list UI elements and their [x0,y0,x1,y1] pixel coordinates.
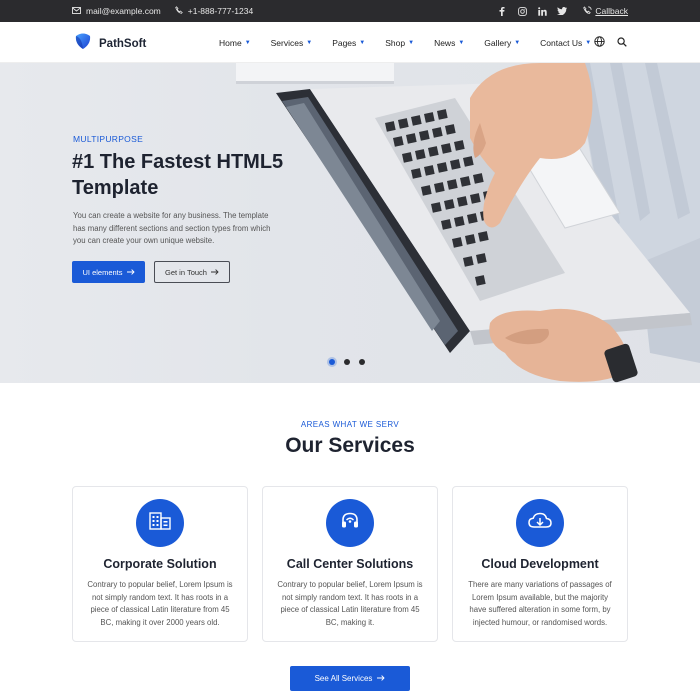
email-link[interactable]: mail@example.com [72,6,161,16]
service-title: Corporate Solution [103,557,217,571]
phone-icon [174,6,183,16]
service-card-corporate[interactable]: Corporate Solution Contrary to popular b… [72,486,248,642]
service-title: Call Center Solutions [286,557,414,571]
linkedin-icon[interactable] [537,6,547,16]
chevron-down-icon: ▼ [244,39,251,46]
chevron-down-icon: ▼ [458,39,465,46]
chevron-down-icon: ▼ [359,39,366,46]
cloud-download-icon [528,512,552,535]
nav-item-contact[interactable]: Contact Us ▼ [540,38,591,48]
callback-icon [583,5,592,17]
phone-link[interactable]: +1-888-777-1234 [174,6,254,16]
building-icon [149,511,171,535]
nav-label: Pages [332,37,357,48]
main-nav: Home ▼ Services ▼ Pages ▼ Shop ▼ News ▼ Galle… [219,22,611,63]
nav-label: Gallery [484,37,512,48]
nav-label: Home [219,37,242,48]
email-text: mail@example.com [86,6,161,16]
get-in-touch-button[interactable]: Get in Touch [154,261,230,283]
arrow-right-icon [210,268,219,277]
mail-icon [72,6,81,16]
slider-dot-2[interactable] [344,359,350,365]
ui-elements-button[interactable]: UI elements [72,261,145,283]
globe-icon[interactable] [594,34,605,52]
arrow-right-icon [377,674,386,683]
service-card-cloud[interactable]: Cloud Development There are many variati… [452,486,628,642]
nav-item-services[interactable]: Services ▼ [271,38,313,48]
service-icon-circle [136,499,184,547]
services-eyebrow: AREAS WHAT WE SERV [300,420,400,429]
search-icon[interactable] [617,34,627,52]
chevron-down-icon: ▼ [306,39,313,46]
chevron-down-icon: ▼ [514,39,521,46]
nav-label: Contact Us [540,37,583,48]
nav-label: Shop [385,37,406,48]
hero-title: #1 The Fastest HTML5 Template [72,151,284,199]
service-icon-circle [326,499,374,547]
arrow-right-icon [126,268,135,277]
phone-text: +1-888-777-1234 [187,6,254,16]
chevron-down-icon: ▼ [585,39,592,46]
nav-item-home[interactable]: Home ▼ [219,38,251,48]
service-text: Contrary to popular belief, Lorem Ipsum … [87,580,233,627]
chevron-down-icon: ▼ [408,39,415,46]
twitter-icon[interactable] [557,6,568,16]
service-text: Contrary to popular belief, Lorem Ipsum … [277,580,423,627]
button-label: See All Services [314,674,373,683]
button-label: Get in Touch [165,267,207,277]
headset-icon [340,511,360,536]
nav-item-shop[interactable]: Shop ▼ [385,38,414,48]
slider-dot-3[interactable] [359,359,365,365]
main-header: PathSoft Home ▼ Services ▼ Pages ▼ Shop ▼ Ne… [0,22,700,63]
nav-item-pages[interactable]: Pages ▼ [332,38,365,48]
nav-label: News [434,37,456,48]
services-title: Our Services [285,434,415,457]
button-label: UI elements [82,267,123,277]
hero-eyebrow: MULTIPURPOSE [73,134,144,144]
slider-dot-1[interactable] [329,359,335,365]
nav-item-gallery[interactable]: Gallery ▼ [484,38,520,48]
facebook-icon[interactable] [497,6,507,16]
instagram-icon[interactable] [517,6,527,16]
service-icon-circle [516,499,564,547]
nav-label: Services [270,37,304,48]
see-all-services-button[interactable]: See All Services [290,666,410,691]
callback-label: Callback [595,6,628,16]
brand-name: PathSoft [99,37,147,50]
topbar: mail@example.com +1-888-777-1234 Callbac… [0,0,700,22]
hero-slider: MULTIPURPOSE #1 The Fastest HTML5 Templa… [0,63,700,383]
nav-item-news[interactable]: News ▼ [434,38,464,48]
slider-dots [329,359,365,365]
hero-description: You can create a website for any busines… [73,211,271,245]
service-title: Cloud Development [481,557,599,571]
service-text: There are many variations of passages of… [468,580,612,627]
logo-icon [74,32,92,55]
callback-link[interactable]: Callback [583,5,628,17]
service-card-call-center[interactable]: Call Center Solutions Contrary to popula… [262,486,438,642]
logo[interactable]: PathSoft [74,32,146,55]
